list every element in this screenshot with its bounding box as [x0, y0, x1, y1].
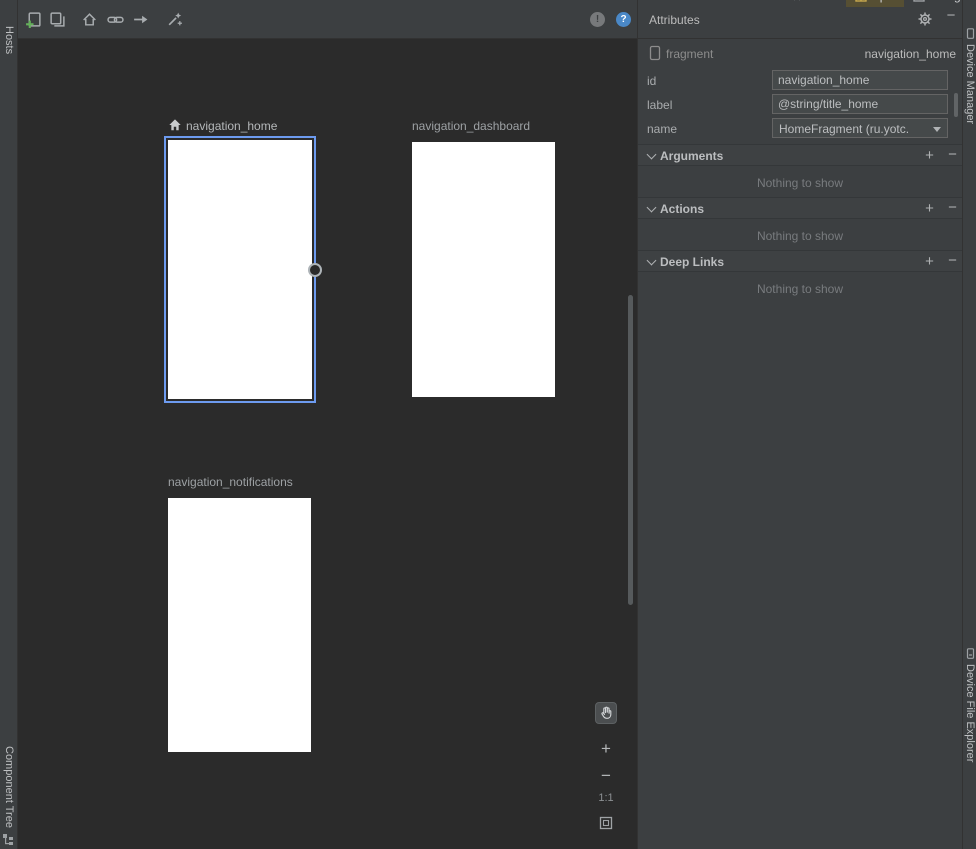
arguments-empty-text: Nothing to show [638, 176, 962, 190]
action-arrow-icon [132, 11, 149, 28]
split-icon [855, 0, 867, 2]
hide-panel-icon[interactable]: − [944, 7, 958, 24]
fragment-label-home[interactable]: navigation_home [186, 119, 277, 133]
hand-icon [599, 706, 613, 720]
section-title: Deep Links [660, 255, 724, 269]
fragment-label-dashboard[interactable]: navigation_dashboard [412, 119, 530, 133]
pan-button[interactable] [595, 702, 617, 724]
attributes-panel: fragment navigation_home id label name H… [637, 39, 962, 849]
new-destination-button[interactable] [25, 11, 42, 28]
error-icon: ! [590, 12, 605, 27]
add-deep-link-button[interactable]: + [922, 253, 937, 270]
start-destination-home-icon [168, 118, 182, 132]
chevron-down-icon [647, 256, 657, 266]
code-icon [791, 0, 803, 2]
navigation-editor-window: Code Split Design Hosts Component Tree D… [0, 0, 976, 849]
id-field[interactable] [772, 70, 948, 90]
component-type-label: fragment [666, 47, 713, 61]
tab-split-label: Split [872, 0, 895, 3]
add-argument-button[interactable]: + [922, 147, 937, 164]
help-icon: ? [616, 12, 631, 27]
fragment-dashboard[interactable] [412, 142, 555, 397]
nested-graph-button[interactable] [49, 11, 66, 28]
toolwindow-button-device-file-explorer[interactable]: Device File Explorer [964, 664, 976, 762]
tab-code-label: Code [808, 0, 837, 3]
deep-links-empty-text: Nothing to show [638, 282, 962, 296]
gear-icon[interactable] [918, 12, 932, 26]
field-label-id: id [647, 74, 656, 88]
section-header-deep-links[interactable]: Deep Links + − [638, 250, 962, 272]
fragment-icon [649, 45, 661, 61]
section-header-actions[interactable]: Actions + − [638, 197, 962, 219]
add-action-button[interactable]: + [922, 200, 937, 217]
navigation-toolbar: ! ? [18, 0, 637, 39]
attributes-panel-title: Attributes [649, 13, 700, 27]
chevron-down-icon [647, 203, 657, 213]
navigation-graph-canvas[interactable]: navigation_home navigation_dashboard nav… [18, 39, 637, 849]
label-field[interactable] [772, 94, 948, 114]
editor-mode-tabs: Code Split Design [782, 0, 976, 7]
fragment-label-notifications[interactable]: navigation_notifications [168, 475, 293, 489]
fragment-home-preview [168, 140, 312, 399]
zoom-out-button[interactable]: − [596, 766, 616, 786]
remove-deep-link-button[interactable]: − [945, 252, 960, 269]
section-title: Actions [660, 202, 704, 216]
chevron-down-icon [647, 150, 657, 160]
tab-code[interactable]: Code [782, 0, 846, 7]
assign-start-destination-button[interactable] [81, 11, 98, 28]
zoom-in-button[interactable]: + [596, 739, 616, 759]
fragment-notifications[interactable] [168, 498, 311, 752]
zoom-to-fit-icon[interactable] [598, 815, 614, 831]
chevron-down-icon [933, 127, 941, 132]
nested-graph-icon [49, 11, 66, 28]
toolwindow-button-hosts[interactable]: Hosts [3, 26, 15, 54]
design-icon [913, 0, 925, 2]
attributes-scrollbar[interactable] [954, 93, 958, 117]
name-combobox[interactable]: HomeFragment (ru.yotc. [772, 118, 948, 138]
toolwindow-button-component-tree[interactable]: Component Tree [3, 746, 15, 828]
section-header-arguments[interactable]: Arguments + − [638, 144, 962, 166]
tab-design-label: Design [930, 0, 967, 3]
issues-button[interactable]: ! [589, 11, 606, 28]
component-tree-icon[interactable] [3, 834, 14, 845]
remove-action-button[interactable]: − [945, 199, 960, 216]
action-connection-handle[interactable] [308, 263, 322, 277]
help-button[interactable]: ? [615, 11, 632, 28]
field-label-label: label [647, 98, 672, 112]
deep-link-button[interactable] [107, 11, 124, 28]
name-combobox-value: HomeFragment (ru.yotc. [779, 122, 909, 136]
add-action-button[interactable] [132, 11, 149, 28]
field-label-name: name [647, 122, 677, 136]
fragment-home[interactable] [164, 136, 316, 403]
tab-split[interactable]: Split [846, 0, 904, 7]
toolwindow-button-device-manager[interactable]: Device Manager [964, 44, 976, 124]
actions-empty-text: Nothing to show [638, 229, 962, 243]
canvas-vertical-scrollbar[interactable] [628, 295, 633, 605]
section-title: Arguments [660, 149, 723, 163]
new-destination-icon [25, 11, 42, 28]
device-manager-icon[interactable] [965, 28, 976, 39]
auto-arrange-button[interactable] [166, 11, 183, 28]
link-icon [107, 11, 124, 28]
home-icon [81, 11, 98, 28]
component-id-value: navigation_home [865, 47, 956, 61]
tab-design[interactable]: Design [904, 0, 976, 7]
remove-argument-button[interactable]: − [945, 146, 960, 163]
left-toolwindow-stripe: Hosts Component Tree [0, 0, 18, 849]
device-file-explorer-icon[interactable] [965, 648, 976, 659]
right-toolwindow-stripe: Device Manager Device File Explorer [962, 0, 976, 849]
magic-wand-icon [166, 11, 183, 28]
zoom-scale-label[interactable]: 1:1 [595, 792, 617, 804]
